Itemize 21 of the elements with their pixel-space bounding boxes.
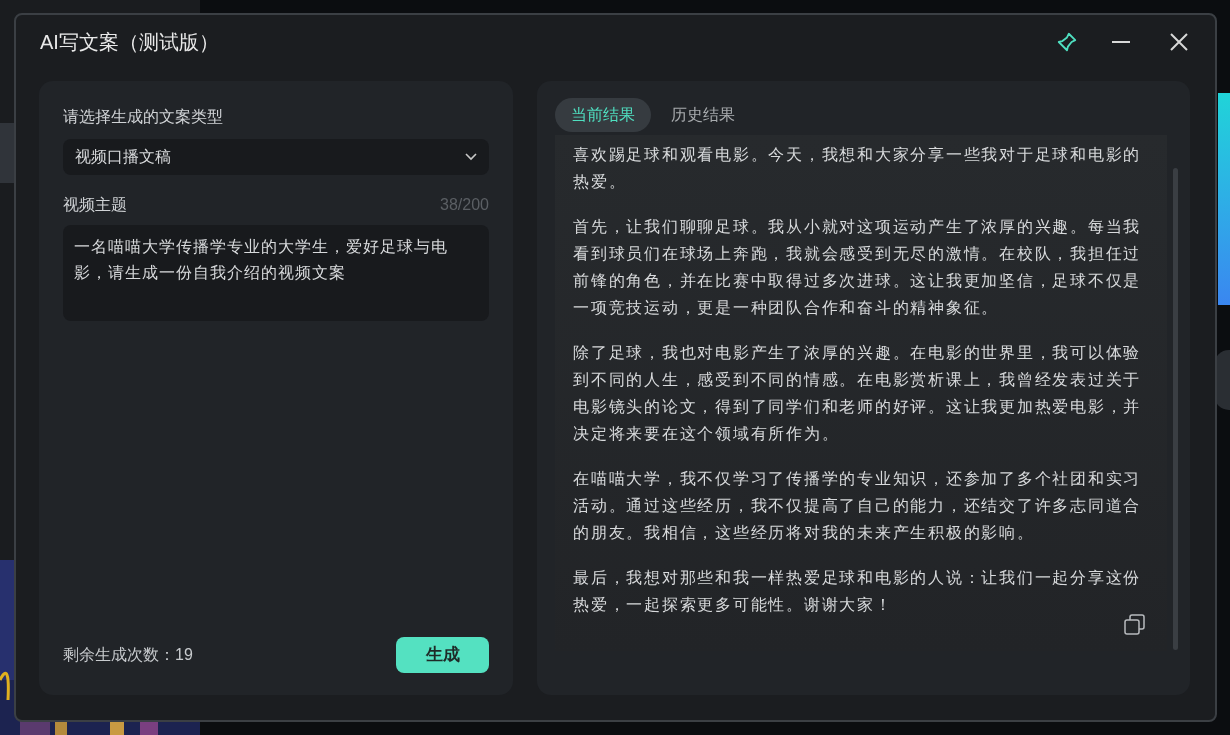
results-tab[interactable]: 历史结果 — [659, 98, 747, 132]
result-paragraph: 喜欢踢足球和观看电影。今天，我想和大家分享一些我对于足球和电影的热爱。 — [573, 145, 1142, 192]
character-counter: 38/200 — [440, 195, 489, 215]
results-tab[interactable]: 当前结果 — [555, 98, 651, 132]
chevron-down-icon — [465, 153, 477, 161]
topic-label: 视频主题 — [63, 195, 127, 215]
result-paragraph: 最后，我想对那些和我一样热爱足球和电影的人说：让我们一起分享这份热爱，一起探索更多可能性。谢谢大家！ — [573, 568, 1142, 615]
minimize-icon — [1112, 41, 1130, 43]
type-select[interactable]: 视频口播文稿 — [63, 139, 489, 175]
copy-icon — [1124, 614, 1147, 636]
copy-button[interactable] — [1123, 613, 1148, 637]
result-paragraph: 首先，让我们聊聊足球。我从小就对这项运动产生了浓厚的兴趣。每当我看到球员们在球场上奔跑，我就会感受到无尽的激情。在校队，我担任过前锋的角色，并在比赛中取得过多次进球。这让我更加坚信，足球不仅是一项竞技运动，更是一种团队合作和奋斗的精神象征。 — [573, 217, 1142, 318]
window-title: AI写文案（测试版） — [40, 30, 220, 55]
topic-input[interactable]: 一名喵喵大学传播学专业的大学生，爱好足球与电影，请生成一份自我介绍的视频文案 — [63, 225, 489, 321]
generate-button[interactable]: 生成 — [396, 637, 489, 673]
type-label: 请选择生成的文案类型 — [63, 107, 224, 127]
scrollbar[interactable] — [1173, 168, 1178, 650]
result-paragraph: 在喵喵大学，我不仅学习了传播学的专业知识，还参加了多个社团和实习活动。通过这些经历，我不仅提高了自己的能力，还结交了许多志同道合的朋友。我相信，这些经历将对我的未来产生积极的影响。 — [573, 469, 1142, 543]
result-paragraph: 除了足球，我也对电影产生了浓厚的兴趣。在电影的世界里，我可以体验到不同的人生，感受到不同的情感。在电影赏析课上，我曾经发表过关于电影镜头的论文，得到了同学们和老师的好评。这让我更加热爱电影，并决定将来要在这个领域有所作为。 — [573, 343, 1142, 444]
remaining-count: 剩余生成次数：19 — [63, 645, 193, 665]
close-icon — [1170, 33, 1188, 51]
